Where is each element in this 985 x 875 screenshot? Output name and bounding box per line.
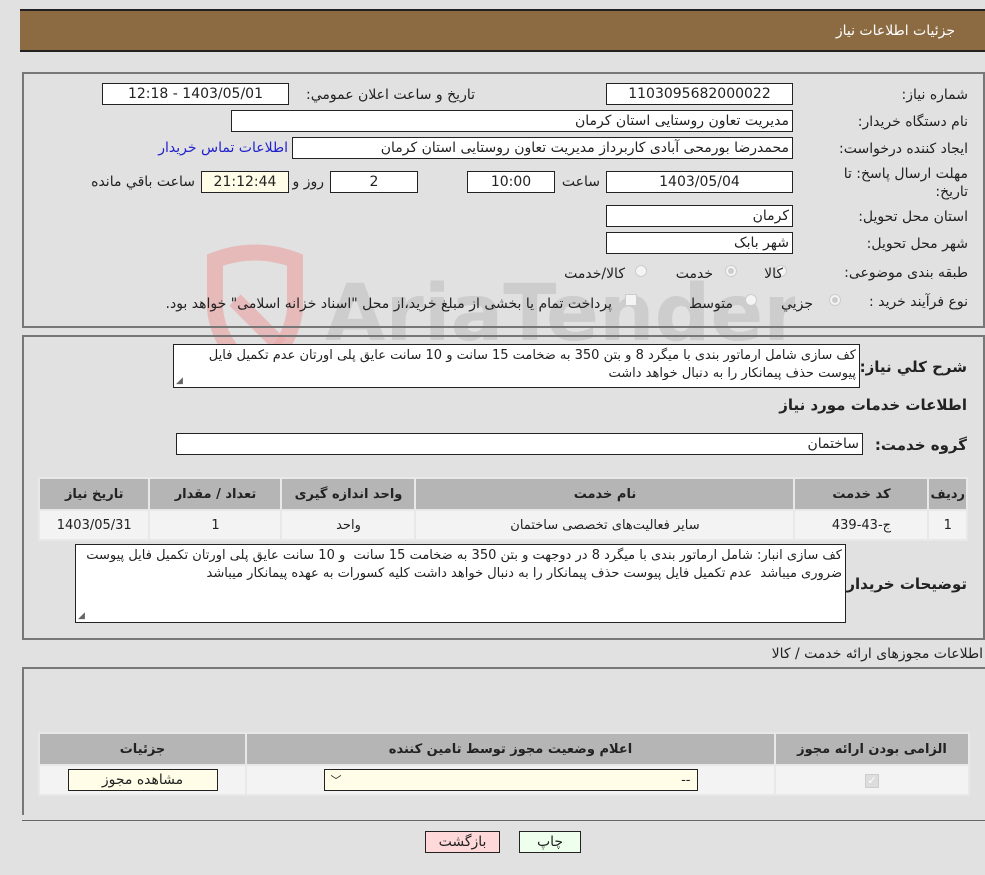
category-option-goods-service: کالا/خدمت: [564, 266, 625, 282]
deadline-date-field: 1403/05/04: [606, 171, 793, 193]
need-number-label: شماره نیاز:: [901, 87, 969, 103]
permits-table-header: الزامی بودن ارائه مجوز اعلام وضعیت مجوز …: [38, 732, 970, 766]
cell-service-code: ج-43-439: [793, 509, 930, 541]
remaining-time-field: 21:12:44: [201, 171, 289, 193]
table-row: 1 ج-43-439 سایر فعالیت‌های تخصصی ساختمان…: [37, 509, 968, 541]
remaining-label: ساعت باقي مانده: [91, 174, 195, 190]
permit-status-value: --: [681, 772, 691, 788]
buyer-notes-wrap: کف سازی انبار: شامل ارماتور بندی با میگر…: [75, 544, 846, 623]
days-label: روز و: [292, 174, 325, 190]
permits-heading: اطلاعات مجوزهای ارائه خدمت / کالا: [771, 646, 983, 662]
treasury-checkbox[interactable]: [625, 294, 637, 306]
requester-field: محمدرضا بورمحی آبادی کاربرداز مدیریت تعا…: [292, 137, 793, 159]
cell-need-date: 1403/05/31: [37, 509, 151, 541]
cell-service-name: سایر فعالیت‌های تخصصی ساختمان: [414, 509, 796, 541]
process-option-medium: متوسط: [689, 296, 733, 312]
category-radio-goods-service[interactable]: [635, 265, 647, 277]
service-group-label: گروه خدمت:: [874, 436, 967, 454]
city-label: شهر محل تحویل:: [866, 236, 968, 252]
cell-unit: واحد: [280, 509, 417, 541]
col-row-number: رديف: [927, 477, 968, 511]
chevron-down-icon: ﹀: [330, 774, 342, 787]
page-title: جزئیات اطلاعات نیاز: [835, 23, 955, 39]
col-quantity: تعداد / مقدار: [148, 477, 283, 511]
resize-grip-icon[interactable]: ◢: [78, 611, 85, 621]
service-group-field: ساختمان: [176, 433, 863, 455]
resize-grip-icon[interactable]: ◢: [176, 376, 183, 386]
services-heading: اطلاعات خدمات مورد نياز: [779, 396, 967, 414]
buyer-org-field: مدیریت تعاون روستایی استان کرمان: [231, 110, 793, 132]
announce-field: 1403/05/01 - 12:18: [102, 83, 289, 105]
cell-row-number: 1: [927, 509, 968, 541]
process-label: نوع فرآيند خريد :: [869, 294, 968, 310]
cell-permit-status: -- ﹀: [245, 764, 776, 796]
treasury-checkbox-label: پرداخت تمام يا بخشی از مبلغ خريد،از محل …: [165, 296, 612, 312]
buyer-org-label: نام دستگاه خريدار:: [857, 114, 968, 130]
province-label: استان محل تحویل:: [858, 209, 968, 225]
col-permit-status: اعلام وضعیت مجوز توسط تامین کننده: [245, 732, 776, 766]
process-radio-minor[interactable]: [829, 294, 841, 306]
col-permit-details: جزئیات: [38, 732, 247, 766]
city-field: شهر بابک: [606, 232, 793, 254]
cell-permit-details: مشاهده مجوز: [38, 764, 247, 796]
need-number-field: 1103095682000022: [606, 83, 793, 105]
permit-status-select[interactable]: -- ﹀: [323, 769, 698, 791]
summary-textarea[interactable]: کف سازی شامل ارماتور بندی با میگرد 8 و ب…: [173, 344, 860, 388]
process-radio-medium[interactable]: [745, 294, 757, 306]
buyer-contact-link[interactable]: اطلاعات تماس خریدار: [158, 140, 288, 156]
permits-table: الزامی بودن ارائه مجوز اعلام وضعیت مجوز …: [38, 732, 970, 796]
col-permit-required: الزامی بودن ارائه مجوز: [774, 732, 970, 766]
print-button[interactable]: چاپ: [519, 831, 581, 853]
back-button[interactable]: بازگشت: [425, 831, 500, 853]
category-label: طبقه بندی موضوعی:: [844, 265, 968, 281]
category-radio-service[interactable]: [725, 265, 737, 277]
requester-label: ایجاد کننده درخواست:: [839, 141, 968, 157]
services-table-header: رديف كد خدمت نام خدمت واحد اندازه گيری ت…: [37, 477, 968, 511]
days-remaining-field: 2: [330, 171, 418, 193]
services-table: رديف كد خدمت نام خدمت واحد اندازه گيری ت…: [37, 477, 968, 541]
col-need-date: تاريخ نياز: [37, 477, 151, 511]
view-permit-button[interactable]: مشاهده مجوز: [67, 769, 218, 791]
deadline-time-field: 10:00: [467, 171, 555, 193]
cell-quantity: 1: [148, 509, 283, 541]
announce-label: تاریخ و ساعت اعلان عمومي:: [306, 87, 475, 103]
province-field: کرمان: [606, 205, 793, 227]
col-service-name: نام خدمت: [414, 477, 796, 511]
summary-label: شرح كلي نياز:: [859, 358, 967, 376]
permit-required-checkbox[interactable]: ✓: [865, 773, 879, 788]
col-unit: واحد اندازه گيری: [280, 477, 417, 511]
deadline-label: مهلت ارسال پاسخ: تا تاریخ:: [843, 166, 968, 200]
process-option-minor: جزيي: [781, 296, 813, 312]
col-service-code: كد خدمت: [793, 477, 930, 511]
buyer-notes-label: توضيحات خريدار:: [840, 575, 967, 593]
cell-permit-required: ✓: [774, 764, 970, 796]
table-row: ✓ -- ﹀ مشاهده مجوز: [38, 764, 970, 796]
category-option-service: خدمت: [675, 266, 713, 282]
buyer-notes-textarea[interactable]: کف سازی انبار: شامل ارماتور بندی با میگر…: [75, 544, 846, 623]
summary-textarea-wrap: کف سازی شامل ارماتور بندی با میگرد 8 و ب…: [173, 344, 860, 388]
deadline-time-label: ساعت: [561, 174, 600, 190]
category-option-goods: کالا: [764, 266, 783, 282]
footer-divider: [22, 820, 985, 821]
page-header: جزئیات اطلاعات نیاز: [20, 9, 985, 52]
